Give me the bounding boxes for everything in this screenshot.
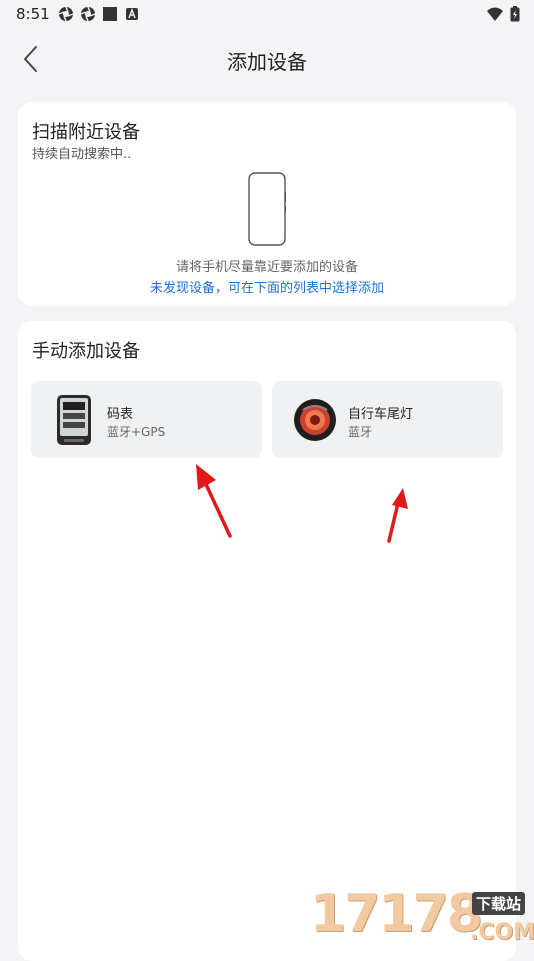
bike-computer-icon [49, 394, 99, 446]
device-tile-tail-light[interactable]: 自行车尾灯 蓝牙 [272, 381, 503, 458]
annotation-arrow-icon [196, 464, 232, 538]
app-a-icon [126, 8, 138, 20]
status-bar: 8:51 [0, 0, 534, 30]
phone-icon [248, 172, 286, 246]
battery-icon [510, 6, 520, 22]
annotation-arrow-icon [387, 488, 408, 543]
manual-add-card: 手动添加设备 码表 蓝牙+GPS 自行车尾灯 蓝牙 [18, 321, 516, 961]
wifi-icon [487, 7, 503, 21]
status-system-icons [486, 6, 520, 22]
scan-status-text: 持续自动搜索中.. [32, 147, 132, 162]
status-time: 8:51 [16, 5, 50, 23]
manual-section-title: 手动添加设备 [32, 341, 140, 362]
manual-select-link[interactable]: 未发现设备，可在下面的列表中选择添加 [18, 277, 516, 296]
page-title: 添加设备 [227, 50, 307, 74]
watermark-domain: .COM [470, 920, 534, 945]
tail-light-icon [290, 394, 340, 446]
device-name: 码表 [107, 407, 134, 422]
device-type: 蓝牙+GPS [107, 425, 166, 439]
watermark-suffix: 下载站 [472, 892, 526, 915]
aperture-icon [58, 6, 74, 22]
scan-nearby-card: 扫描附近设备 持续自动搜索中.. 请将手机尽量靠近要添加的设备 未发现设备，可在… [18, 102, 516, 306]
scan-section-title: 扫描附近设备 [32, 122, 140, 143]
watermark-logo: 17178 下载站 .COM [304, 884, 534, 950]
aperture-icon [80, 6, 96, 22]
device-type: 蓝牙 [348, 425, 373, 439]
watermark-number: 17178 [310, 884, 483, 944]
square-icon [103, 7, 117, 21]
status-notification-icons [58, 6, 140, 22]
top-app-bar: 添加设备 [0, 30, 534, 86]
device-name: 自行车尾灯 [348, 407, 414, 422]
scan-hint-text: 请将手机尽量靠近要添加的设备 [175, 260, 358, 275]
device-tile-bike-computer[interactable]: 码表 蓝牙+GPS [31, 381, 262, 458]
